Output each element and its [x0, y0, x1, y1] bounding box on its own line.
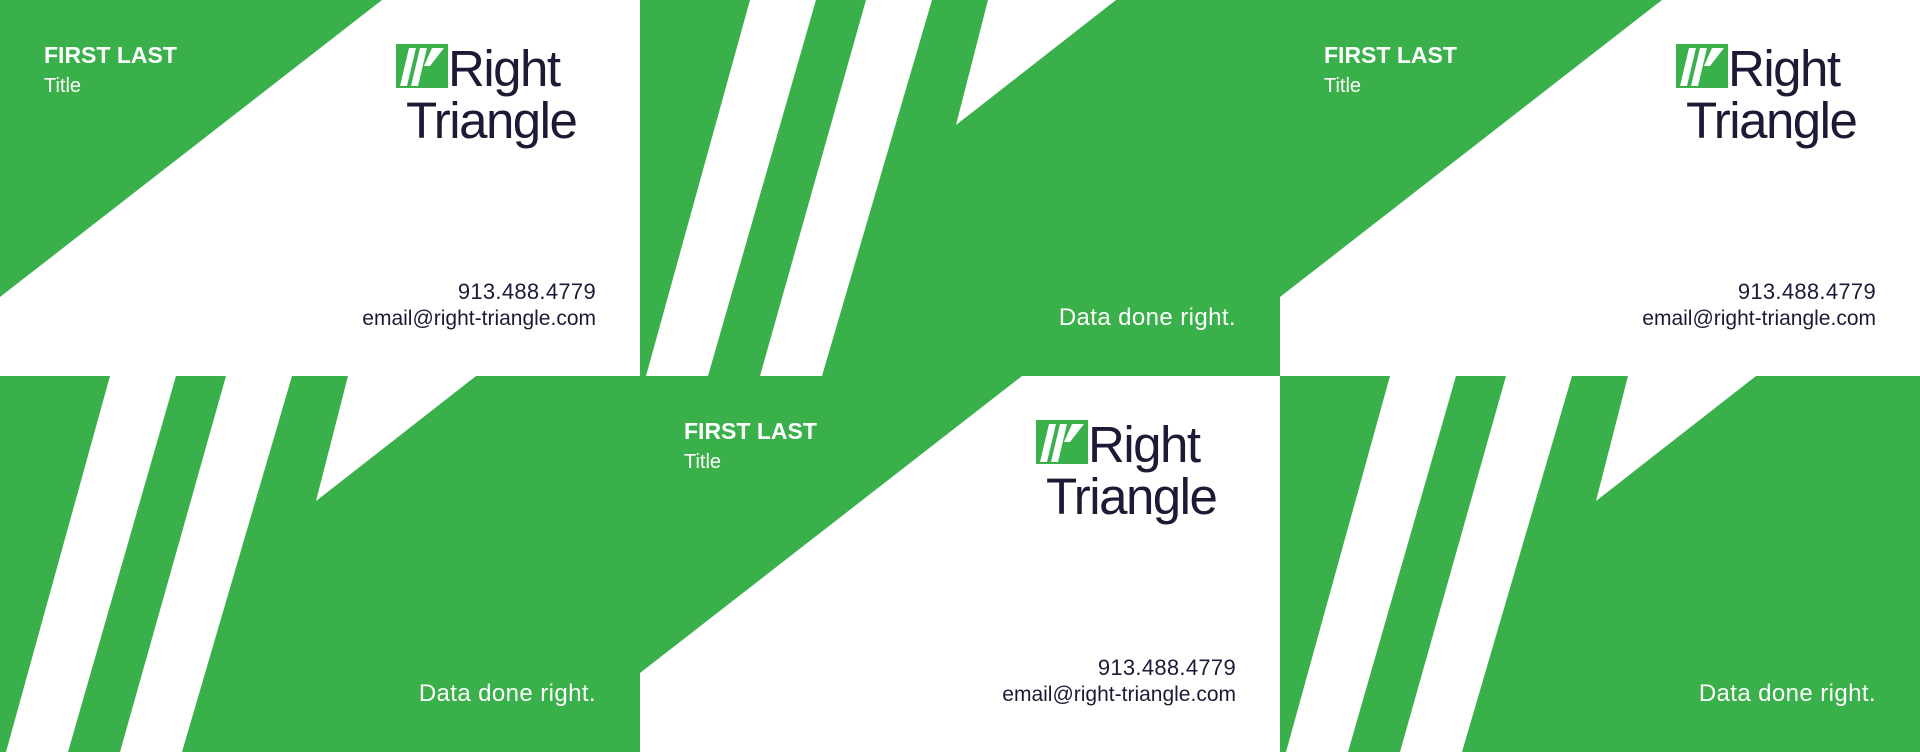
right-triangle-logo: Right Triangle [1036, 418, 1240, 526]
contact-name: FIRST LAST [44, 42, 177, 68]
contact-title: Title [684, 451, 722, 473]
business-card-back: Data done right. [0, 376, 640, 752]
logo-word-triangle: Triangle [1046, 468, 1218, 525]
logo-mark-icon [396, 44, 448, 88]
business-card-back: Data done right. [640, 0, 1280, 376]
business-card-sheet: FIRST LAST Title Right Triangle 913.488.… [0, 0, 1920, 752]
email-address: email@right-triangle.com [362, 307, 596, 330]
tagline: Data done right. [1698, 680, 1876, 707]
business-card-front: FIRST LAST Title Right Triangle 913.488.… [640, 376, 1280, 752]
email-address: email@right-triangle.com [1642, 307, 1876, 330]
tagline: Data done right. [418, 680, 596, 707]
logo-word-right: Right [1728, 40, 1841, 97]
right-triangle-logo: Right Triangle [396, 42, 600, 150]
tagline: Data done right. [1058, 304, 1236, 331]
right-triangle-logo: Right Triangle [1676, 42, 1880, 150]
logo-word-triangle: Triangle [1686, 92, 1858, 149]
phone-number: 913.488.4779 [1097, 655, 1236, 680]
phone-number: 913.488.4779 [1737, 279, 1876, 304]
logo-mark-icon [1676, 44, 1728, 88]
contact-name: FIRST LAST [1324, 42, 1457, 68]
logo-word-right: Right [448, 40, 561, 97]
email-address: email@right-triangle.com [1002, 683, 1236, 706]
phone-number: 913.488.4779 [457, 279, 596, 304]
business-card-front: FIRST LAST Title Right Triangle 913.488.… [0, 0, 640, 376]
logo-word-triangle: Triangle [406, 92, 578, 149]
business-card-back: Data done right. [1280, 376, 1920, 752]
logo-word-right: Right [1088, 416, 1201, 473]
contact-title: Title [44, 75, 82, 97]
logo-mark-icon [1036, 420, 1088, 464]
contact-title: Title [1324, 75, 1362, 97]
business-card-front: FIRST LAST Title Right Triangle 913.488.… [1280, 0, 1920, 376]
contact-name: FIRST LAST [684, 418, 817, 444]
